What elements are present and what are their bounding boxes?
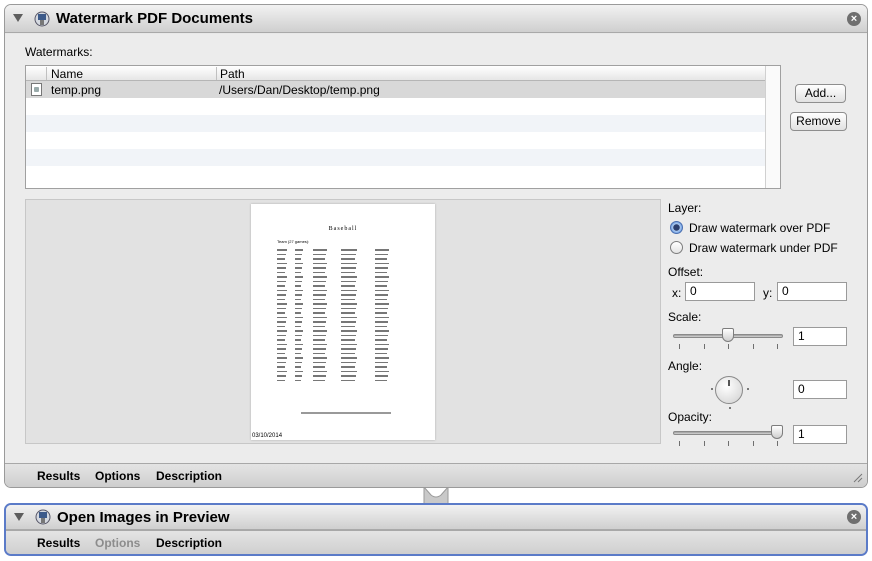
watermarks-table[interactable]: Name Path temp.png /Users/Dan/Desktop/te…: [25, 65, 781, 189]
x-label: x:: [672, 286, 682, 300]
doc-line: [277, 379, 407, 384]
opacity-label: Opacity:: [668, 410, 713, 424]
scale-label: Scale:: [668, 310, 702, 324]
doc-subtitle: Team (27 games):: [277, 239, 310, 244]
table-header: Name Path: [26, 66, 780, 81]
slider-tick: [703, 441, 705, 446]
action-connector: [423, 487, 449, 504]
column-header-path[interactable]: Path: [220, 67, 245, 81]
document-preview: Baseball Team (27 games): 03/10/2014: [251, 204, 435, 440]
watermark-preview: Baseball Team (27 games): 03/10/2014: [25, 199, 661, 444]
row-name: temp.png: [51, 83, 102, 97]
dial-tick: [747, 388, 749, 390]
slider-tick: [777, 441, 778, 446]
resize-grip-icon[interactable]: [853, 473, 863, 483]
slider-tick: [679, 441, 680, 446]
action-titlebar[interactable]: Watermark PDF Documents ×: [5, 5, 867, 33]
tab-results[interactable]: Results: [37, 536, 80, 550]
tab-results[interactable]: Results: [37, 469, 80, 483]
doc-schedule-lines: [277, 248, 407, 383]
action-title: Open Images in Preview: [57, 509, 230, 526]
column-separator: [216, 67, 217, 80]
doc-title: Baseball: [328, 226, 358, 232]
doc-date: 03/10/2014: [252, 433, 283, 439]
opacity-slider-track[interactable]: [673, 431, 783, 435]
scale-slider-thumb[interactable]: [722, 328, 734, 342]
dial-tick: [711, 388, 713, 390]
action-title: Watermark PDF Documents: [56, 10, 253, 27]
slider-tick: [752, 441, 754, 446]
tab-options[interactable]: Options: [95, 469, 140, 483]
file-icon: [31, 83, 42, 96]
slider-tick: [752, 344, 754, 349]
watermark-action: Watermark PDF Documents × Watermarks: Na…: [4, 4, 868, 488]
remove-button[interactable]: Remove: [790, 112, 847, 131]
empty-row: [26, 166, 766, 183]
angle-field[interactable]: 0: [793, 380, 847, 399]
automator-icon: [35, 509, 51, 525]
layer-under-radio[interactable]: [670, 241, 683, 254]
opacity-slider-thumb[interactable]: [771, 425, 783, 439]
tab-description[interactable]: Description: [156, 469, 222, 483]
slider-tick: [679, 344, 680, 349]
offset-label: Offset:: [668, 265, 704, 279]
automator-icon: [34, 11, 50, 27]
layer-under-label[interactable]: Draw watermark under PDF: [689, 241, 838, 255]
layer-over-label[interactable]: Draw watermark over PDF: [689, 221, 830, 235]
action-tab-bar: Results Options Description: [5, 463, 867, 487]
angle-dial[interactable]: [715, 376, 743, 404]
watermarks-label: Watermarks:: [25, 45, 93, 59]
empty-row: [26, 132, 766, 149]
column-separator: [46, 67, 47, 80]
y-offset-field[interactable]: 0: [777, 282, 847, 301]
disclosure-triangle-icon[interactable]: [13, 14, 23, 22]
action-titlebar[interactable]: Open Images in Preview ×: [6, 505, 866, 530]
open-images-action[interactable]: Open Images in Preview × Results Options…: [4, 503, 868, 556]
angle-label: Angle:: [668, 359, 703, 373]
layer-over-radio[interactable]: [670, 221, 683, 234]
layer-label: Layer:: [668, 201, 702, 215]
x-offset-field[interactable]: 0: [685, 282, 755, 301]
slider-tick: [703, 344, 705, 349]
action-tab-bar: Results Options Description: [6, 530, 866, 554]
slider-tick: [777, 344, 778, 349]
y-label: y:: [763, 286, 773, 300]
empty-row: [26, 115, 766, 132]
slider-tick: [728, 441, 729, 446]
table-scrollbar[interactable]: [765, 66, 780, 188]
action-body: Watermarks: Name Path temp.png /Users/Da…: [5, 34, 867, 463]
dial-tick: [729, 407, 731, 409]
close-icon[interactable]: ×: [847, 510, 861, 524]
empty-row: [26, 149, 766, 166]
opacity-field[interactable]: 1: [793, 425, 847, 444]
tab-description[interactable]: Description: [156, 536, 222, 550]
empty-row: [26, 98, 766, 115]
row-path: /Users/Dan/Desktop/temp.png: [219, 83, 380, 97]
tab-options: Options: [95, 536, 141, 550]
doc-footnote: [301, 412, 391, 414]
close-icon[interactable]: ×: [847, 12, 861, 26]
slider-tick: [728, 344, 729, 349]
scale-field[interactable]: 1: [793, 327, 847, 346]
table-row[interactable]: temp.png /Users/Dan/Desktop/temp.png: [26, 81, 766, 98]
add-button[interactable]: Add...: [795, 84, 846, 103]
column-header-name[interactable]: Name: [51, 67, 83, 81]
disclosure-triangle-icon[interactable]: [14, 513, 24, 521]
